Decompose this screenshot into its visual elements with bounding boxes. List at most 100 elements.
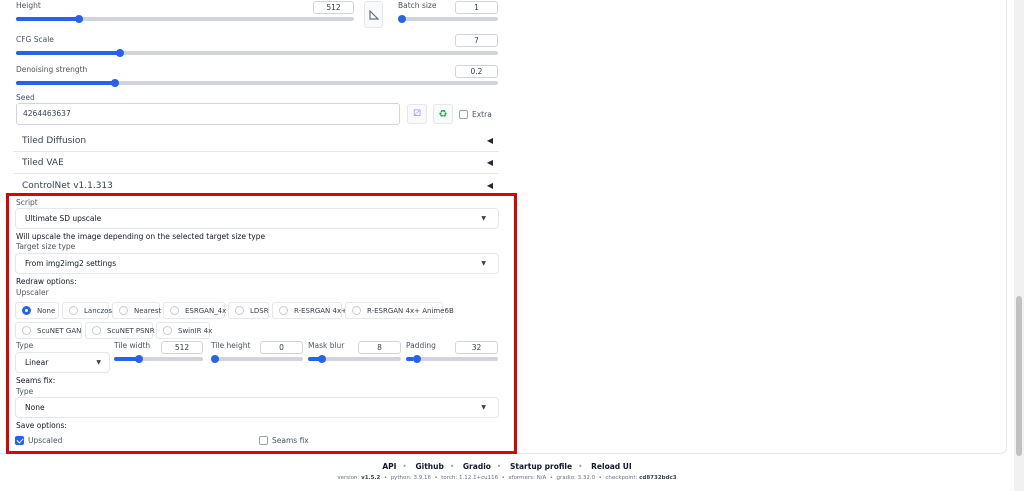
cfg-scale-slider[interactable] bbox=[16, 49, 498, 57]
reuse-seed-button[interactable]: ♻ bbox=[433, 104, 453, 124]
padding-slider[interactable] bbox=[406, 355, 498, 363]
extra-seed-checkbox[interactable] bbox=[459, 110, 468, 119]
caret-left-icon: ◀ bbox=[486, 181, 493, 190]
cfg-scale-slider-thumb[interactable] bbox=[115, 49, 124, 57]
height-label: Height bbox=[16, 1, 41, 10]
checkpoint-value: cd8732bdc3 bbox=[639, 475, 677, 481]
upscaler-option-r-esrgan-anime[interactable]: R-ESRGAN 4x+ Anime6B bbox=[345, 302, 454, 319]
radio-label: R-ESRGAN 4x+ Anime6B bbox=[367, 306, 454, 315]
script-select[interactable]: Ultimate SD upscale ▼ bbox=[15, 208, 499, 229]
script-description: Will upscale the image depending on the … bbox=[16, 232, 266, 241]
upscaler-option-r-esrgan-4x[interactable]: R-ESRGAN 4x+ bbox=[272, 302, 347, 319]
python-version: python: 3.9.16 bbox=[390, 475, 431, 481]
footer-separator: • bbox=[496, 462, 502, 471]
upscaler-option-swinir-4x[interactable]: SwinIR 4x bbox=[156, 322, 213, 339]
padding-label: Padding bbox=[406, 341, 436, 350]
padding-slider-thumb[interactable] bbox=[412, 355, 421, 363]
cfg-scale-label: CFG Scale bbox=[16, 35, 54, 44]
divider bbox=[13, 173, 499, 174]
type-label: Type bbox=[16, 341, 34, 350]
mask-blur-input[interactable]: 8 bbox=[358, 341, 401, 354]
footer-link-startup-profile[interactable]: Startup profile bbox=[510, 462, 572, 471]
script-label: Script bbox=[16, 198, 38, 207]
random-seed-button[interactable]: ⚂ bbox=[407, 104, 427, 124]
dropdown-caret-icon: ▼ bbox=[96, 359, 101, 366]
upscaler-option-scunet-gan[interactable]: ScuNET GAN bbox=[15, 322, 82, 339]
upscaler-option-lanczos[interactable]: Lanczos bbox=[62, 302, 113, 319]
extra-seed-label: Extra bbox=[472, 110, 492, 119]
radio-label: Lanczos bbox=[84, 306, 113, 315]
radio-label: ESRGAN_4x bbox=[185, 306, 227, 315]
tile-width-input[interactable]: 512 bbox=[161, 341, 203, 354]
seams-type-select-value: None bbox=[25, 403, 45, 412]
height-input[interactable]: 512 bbox=[313, 1, 354, 14]
checkpoint-prefix: checkpoint: bbox=[605, 475, 638, 481]
footer-links: API • Github • Gradio • Startup profile • Re… bbox=[0, 462, 1014, 471]
upscaler-option-none[interactable]: None bbox=[15, 302, 59, 319]
radio-icon bbox=[119, 306, 128, 315]
footer-link-api[interactable]: API bbox=[382, 462, 396, 471]
torch-version: torch: 1.12.1+cu116 bbox=[441, 475, 499, 481]
footer-link-reload-ui[interactable]: Reload UI bbox=[591, 462, 632, 471]
save-upscaled-checkbox[interactable] bbox=[15, 436, 24, 445]
upscaler-option-nearest[interactable]: Nearest bbox=[112, 302, 162, 319]
xformers-version: xformers: N/A bbox=[508, 475, 547, 481]
mask-blur-slider-thumb[interactable] bbox=[318, 355, 327, 363]
accordion-tiled-diffusion[interactable]: Tiled Diffusion ◀ bbox=[13, 131, 499, 153]
mask-blur-slider[interactable] bbox=[308, 355, 401, 363]
radio-icon bbox=[352, 306, 361, 315]
footer-link-github[interactable]: Github bbox=[415, 462, 443, 471]
denoising-slider[interactable] bbox=[16, 79, 498, 87]
denoising-label: Denoising strength bbox=[16, 65, 88, 74]
scrollbar-thumb[interactable] bbox=[1016, 296, 1022, 456]
upscaler-option-ldsr[interactable]: LDSR bbox=[228, 302, 269, 319]
footer-separator: • bbox=[578, 462, 583, 471]
dropdown-caret-icon: ▼ bbox=[481, 404, 486, 411]
upscaler-option-esrgan-4x[interactable]: ESRGAN_4x bbox=[163, 302, 227, 319]
radio-label: SwinIR 4x bbox=[178, 326, 213, 335]
version-prefix: version: bbox=[337, 475, 360, 481]
denoising-slider-thumb[interactable] bbox=[110, 79, 119, 87]
target-size-select[interactable]: From img2img2 settings ▼ bbox=[15, 253, 499, 274]
type-select-value: Linear bbox=[25, 358, 49, 367]
tile-height-slider-thumb[interactable] bbox=[211, 355, 219, 363]
radio-icon bbox=[235, 306, 244, 315]
radio-icon bbox=[163, 326, 172, 335]
tile-width-slider[interactable] bbox=[114, 355, 203, 363]
cfg-scale-input[interactable]: 7 bbox=[455, 34, 498, 47]
redraw-options-label: Redraw options: bbox=[16, 277, 77, 286]
swap-dimensions-button[interactable] bbox=[364, 1, 383, 28]
footer-link-gradio[interactable]: Gradio bbox=[463, 462, 491, 471]
dropdown-caret-icon: ▼ bbox=[481, 215, 486, 222]
footer-separator: • bbox=[402, 462, 407, 471]
upscaler-option-scunet-psnr[interactable]: ScuNET PSNR bbox=[85, 322, 155, 339]
type-select[interactable]: Linear ▼ bbox=[15, 352, 110, 373]
save-seams-checkbox[interactable] bbox=[259, 436, 268, 445]
batch-size-slider[interactable] bbox=[398, 15, 498, 23]
radio-label: ScuNET PSNR bbox=[107, 326, 155, 335]
tile-height-slider[interactable] bbox=[211, 355, 303, 363]
seed-label: Seed bbox=[16, 93, 35, 102]
accordion-tiled-vae[interactable]: Tiled VAE ◀ bbox=[13, 153, 499, 175]
radio-icon bbox=[22, 326, 31, 335]
dice-icon: ⚂ bbox=[413, 109, 421, 119]
script-select-value: Ultimate SD upscale bbox=[25, 214, 102, 223]
radio-icon bbox=[279, 306, 288, 315]
denoising-input[interactable]: 0.2 bbox=[455, 65, 498, 78]
tile-width-slider-thumb[interactable] bbox=[135, 355, 144, 363]
radio-label: Nearest bbox=[134, 306, 162, 315]
seams-type-select[interactable]: None ▼ bbox=[15, 397, 499, 418]
seed-input[interactable]: 4264463637 bbox=[16, 103, 400, 125]
height-slider[interactable] bbox=[16, 15, 354, 23]
save-seams-label: Seams fix bbox=[272, 436, 309, 445]
batch-size-label: Batch size bbox=[398, 1, 437, 10]
batch-size-slider-thumb[interactable] bbox=[398, 15, 406, 23]
upscaler-label: Upscaler bbox=[16, 288, 49, 297]
height-slider-thumb[interactable] bbox=[75, 15, 84, 23]
tile-height-input[interactable]: 0 bbox=[260, 341, 303, 354]
tile-width-label: Tile width bbox=[114, 341, 151, 350]
batch-size-input[interactable]: 1 bbox=[455, 1, 498, 14]
padding-input[interactable]: 32 bbox=[455, 341, 498, 354]
gradio-version: gradio: 3.32.0 bbox=[556, 475, 596, 481]
radio-label: ScuNET GAN bbox=[37, 326, 82, 335]
